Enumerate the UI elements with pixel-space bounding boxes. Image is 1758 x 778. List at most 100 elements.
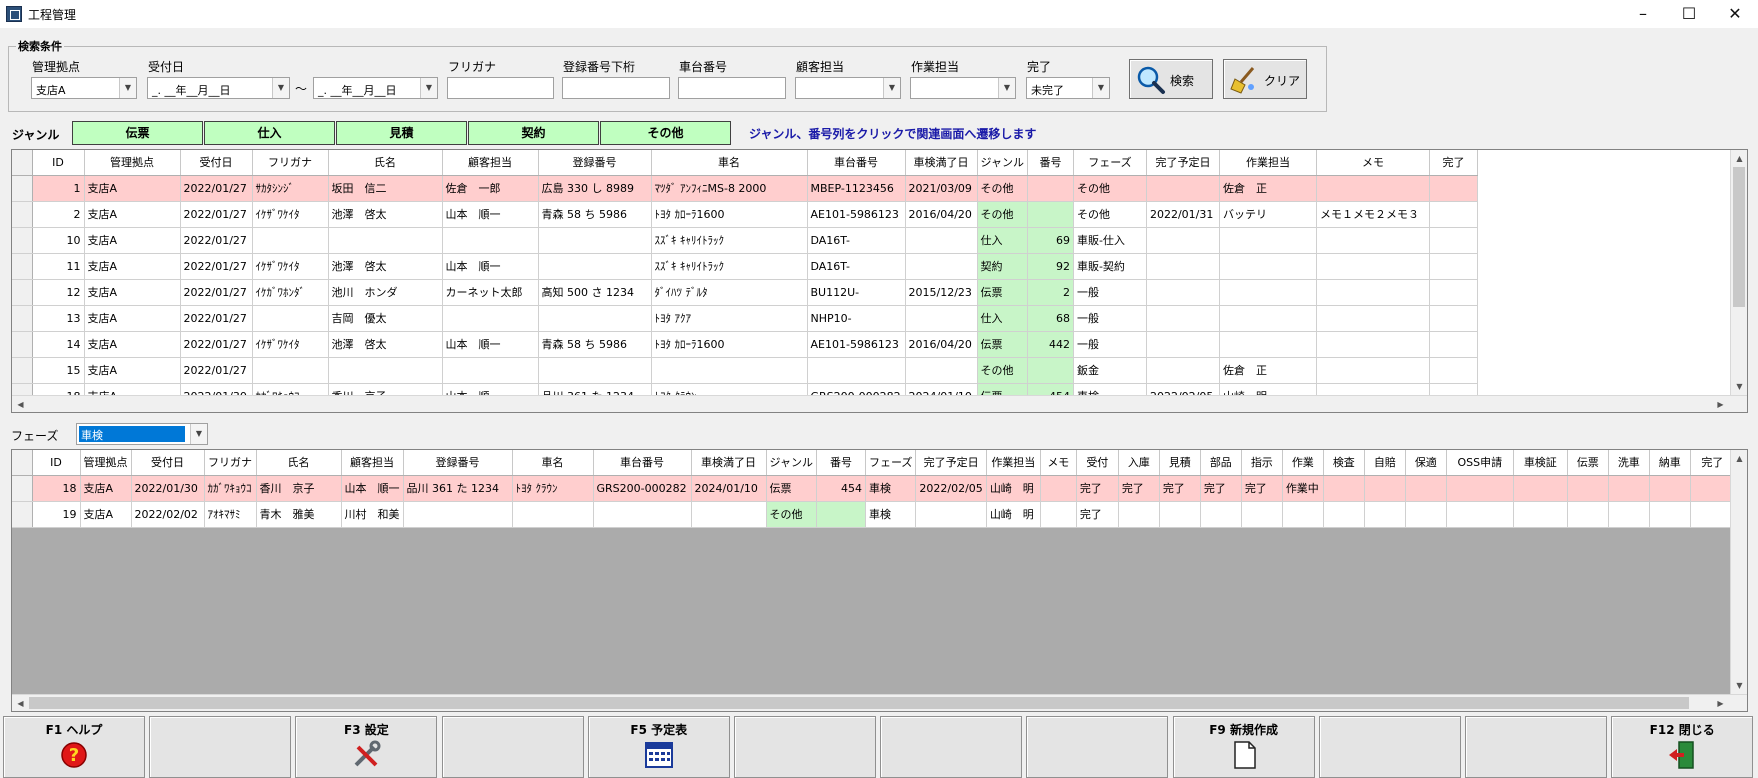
table-cell[interactable]: 支店A	[80, 475, 132, 502]
table-cell[interactable]	[905, 305, 978, 332]
table-cell[interactable]: 442	[1027, 331, 1074, 358]
table-cell[interactable]: 車検	[865, 501, 917, 528]
close-button[interactable]: ✕	[1712, 0, 1758, 28]
table-cell[interactable]	[905, 227, 978, 254]
table-cell[interactable]	[1690, 501, 1735, 528]
row-header[interactable]	[12, 501, 33, 528]
table-cell[interactable]	[1446, 475, 1514, 502]
function-key-11[interactable]	[1465, 716, 1607, 778]
table-cell[interactable]	[1429, 175, 1478, 202]
table-cell[interactable]: AE101-5986123	[807, 331, 906, 358]
table-cell[interactable]: 青木 雅美	[256, 501, 342, 528]
table-cell[interactable]: DA16T-	[807, 227, 906, 254]
column-header[interactable]: ジャンル	[977, 150, 1028, 176]
column-header[interactable]: 洗車	[1608, 450, 1650, 476]
date-from-picker[interactable]: _. __年__月__日 ▼	[147, 77, 290, 99]
chevron-down-icon[interactable]: ▼	[883, 78, 900, 98]
table-cell[interactable]	[1027, 201, 1074, 228]
table-cell[interactable]	[1429, 253, 1478, 280]
table-cell[interactable]	[1146, 279, 1220, 306]
column-header[interactable]: 登録番号	[403, 450, 513, 476]
row-header[interactable]	[12, 201, 33, 228]
table-cell[interactable]: 完了	[1076, 501, 1119, 528]
column-header[interactable]: 検査	[1323, 450, 1365, 476]
table-cell[interactable]	[816, 501, 866, 528]
table-cell[interactable]: 支店A	[84, 201, 181, 228]
table-cell[interactable]	[905, 357, 978, 384]
table-cell[interactable]	[252, 305, 329, 332]
row-header[interactable]	[12, 331, 33, 358]
table-cell[interactable]	[442, 357, 539, 384]
table-cell[interactable]	[1405, 475, 1447, 502]
table-cell[interactable]	[1146, 331, 1220, 358]
regno-input[interactable]	[562, 77, 670, 99]
table-cell[interactable]	[1159, 501, 1201, 528]
table-cell[interactable]: 11	[32, 253, 85, 280]
table-cell[interactable]: 支店A	[80, 501, 132, 528]
table-cell[interactable]: 川村 和美	[341, 501, 404, 528]
table-cell[interactable]	[1316, 279, 1430, 306]
table-cell[interactable]: 2	[1027, 279, 1074, 306]
table-cell[interactable]: 完了	[1076, 475, 1119, 502]
genre-button-slip[interactable]: 伝票	[72, 121, 203, 145]
table-cell[interactable]: 車検	[865, 475, 917, 502]
column-header[interactable]: 車台番号	[593, 450, 692, 476]
table-cell[interactable]: 吉岡 優太	[328, 305, 443, 332]
table-cell[interactable]: カーネット太郎	[442, 279, 539, 306]
table-cell[interactable]: 2022/01/27	[180, 357, 253, 384]
table-cell[interactable]	[1219, 253, 1317, 280]
table-cell[interactable]	[1316, 175, 1430, 202]
column-header[interactable]: 見積	[1159, 450, 1201, 476]
table-cell[interactable]: 広島 330 し 8989	[538, 175, 652, 202]
table-cell[interactable]: 一般	[1073, 279, 1147, 306]
table-cell[interactable]: ﾄﾖﾀ ｶﾛｰﾗ1600	[651, 331, 808, 358]
column-header[interactable]: フリガナ	[204, 450, 257, 476]
search-button[interactable]: 検索	[1129, 59, 1213, 99]
table-cell[interactable]	[1323, 475, 1365, 502]
table-cell[interactable]: 鈑金	[1073, 357, 1147, 384]
table-cell[interactable]	[442, 227, 539, 254]
genre-button-purchase[interactable]: 仕入	[204, 121, 335, 145]
scroll-thumb[interactable]	[1733, 167, 1745, 307]
function-key-4[interactable]	[441, 716, 584, 778]
row-header[interactable]	[12, 175, 33, 202]
scroll-thumb[interactable]	[29, 697, 1689, 709]
column-header[interactable]: 完了予定日	[915, 450, 987, 476]
table-cell[interactable]: 2022/01/27	[180, 201, 253, 228]
maximize-button[interactable]: ☐	[1666, 0, 1712, 28]
table-cell[interactable]: 2022/01/30	[131, 475, 205, 502]
table-cell[interactable]	[1567, 475, 1609, 502]
table-cell[interactable]: ｽｽﾞｷ ｷｬﾘｲﾄﾗｯｸ	[651, 253, 808, 280]
kana-input[interactable]	[447, 77, 554, 99]
table-cell[interactable]: 高知 500 さ 1234	[538, 279, 652, 306]
table-cell[interactable]	[1429, 357, 1478, 384]
table-cell[interactable]: 青森 58 ち 5986	[538, 201, 652, 228]
table-cell[interactable]	[538, 253, 652, 280]
table-cell[interactable]: バッテリ	[1219, 201, 1317, 228]
table-cell[interactable]	[1567, 501, 1609, 528]
column-header[interactable]: メモ	[1040, 450, 1077, 476]
table-cell[interactable]: ｻｶﾀｼﾝｼﾞ	[252, 175, 329, 202]
table-cell[interactable]: 山本 順一	[442, 201, 539, 228]
table-cell[interactable]	[442, 305, 539, 332]
table-cell[interactable]	[1316, 331, 1430, 358]
table-cell[interactable]: ﾄﾖﾀ ｸﾗｳﾝ	[512, 475, 594, 502]
table-cell[interactable]: 92	[1027, 253, 1074, 280]
table-cell[interactable]: メモ１メモ２メモ３	[1316, 201, 1430, 228]
column-header[interactable]: ID	[32, 450, 81, 476]
scroll-down-arrow-icon[interactable]: ▼	[1731, 677, 1747, 694]
table-cell[interactable]	[1146, 357, 1220, 384]
table-cell[interactable]: 一般	[1073, 331, 1147, 358]
scroll-right-arrow-icon[interactable]: ▶	[1712, 695, 1729, 711]
table-cell[interactable]	[1649, 475, 1691, 502]
table-cell[interactable]	[1146, 175, 1220, 202]
table-cell[interactable]: 伝票	[977, 279, 1028, 306]
column-header[interactable]: 完了	[1690, 450, 1735, 476]
table-cell[interactable]: 14	[32, 331, 85, 358]
worker-select[interactable]: ▼	[910, 77, 1016, 99]
table-row[interactable]: 18支店A2022/01/30ｶｶﾞﾜｷｮｳｺ香川 京子山本 順一品川 361 …	[12, 475, 1735, 502]
row-header[interactable]	[12, 305, 33, 332]
table-cell[interactable]: 支店A	[84, 175, 181, 202]
table-cell[interactable]	[1649, 501, 1691, 528]
table-cell[interactable]: 山本 順一	[442, 331, 539, 358]
